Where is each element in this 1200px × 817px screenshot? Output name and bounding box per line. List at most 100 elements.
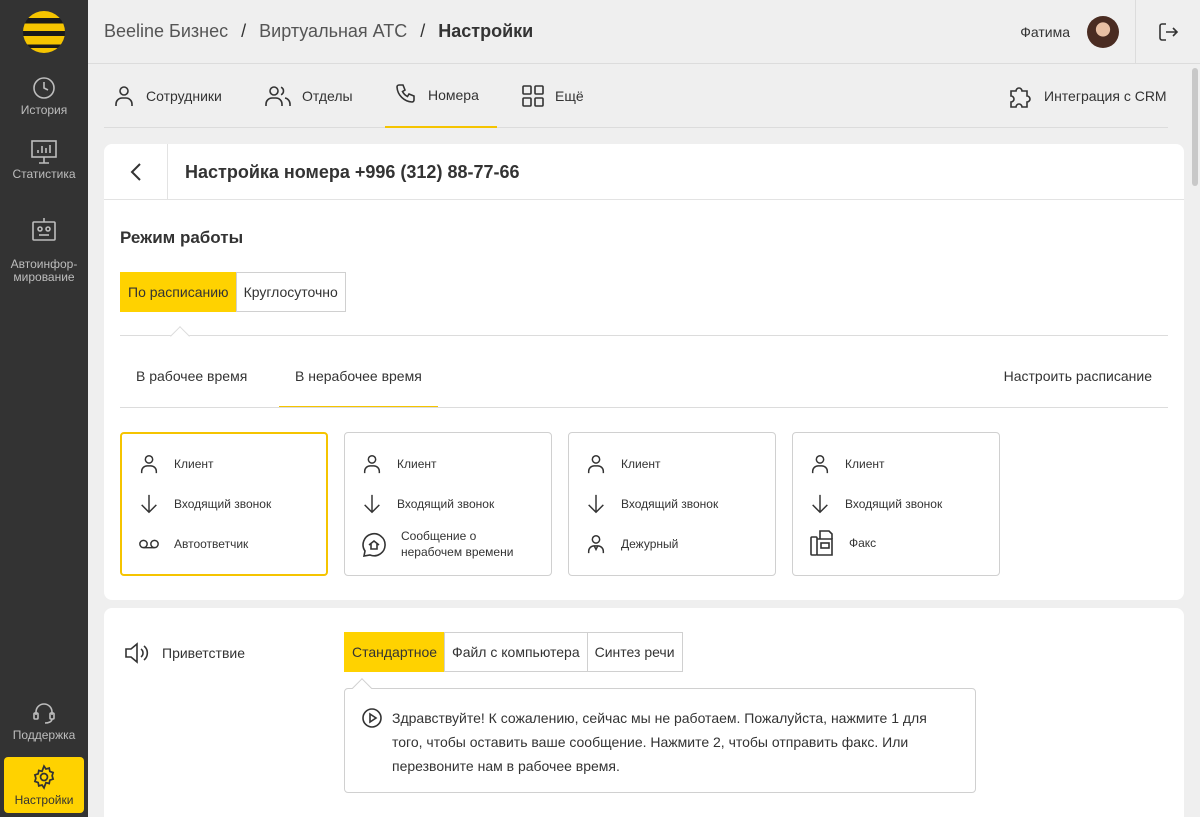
route-row: Дежурный <box>585 533 678 555</box>
breadcrumb-current: Настройки <box>438 21 534 41</box>
route-row: Клиент <box>138 453 214 475</box>
person-icon <box>587 455 605 474</box>
mode-title: Режим работы <box>120 228 244 247</box>
greeting-card: Приветствие Стандартное Файл с компьютер… <box>104 608 1184 817</box>
settings-header: Настройка номера +996 (312) 88-77-66 <box>104 144 1184 200</box>
sidebar-item-label: Настройки <box>14 793 74 807</box>
route-row-label: Автоответчик <box>174 537 249 551</box>
sidebar-item-label: Автоинфор- мирование <box>10 257 78 284</box>
selection-pointer <box>352 678 372 698</box>
tab-label: Интеграция с CRM <box>1044 88 1167 104</box>
sidebar-item-history[interactable]: История <box>4 76 84 117</box>
route-row: Клиент <box>585 453 661 475</box>
divider <box>120 335 1168 336</box>
route-row: Входящий звонок <box>138 493 271 515</box>
tab-departments[interactable]: Отделы <box>264 64 353 128</box>
route-row: Входящий звонок <box>585 493 718 515</box>
route-row: Факс <box>809 529 876 557</box>
tab-employees[interactable]: Сотрудники <box>112 64 222 128</box>
route-row: Входящий звонок <box>361 493 494 515</box>
route-card-duty[interactable]: Клиент Входящий звонок Дежурный <box>568 432 776 576</box>
subtab-working-hours[interactable]: В рабочее время <box>136 368 247 384</box>
breadcrumb: Beeline Бизнес / Виртуальная АТС / Настройки <box>104 21 533 42</box>
person-icon <box>363 455 381 474</box>
arrow-down-icon <box>588 494 604 514</box>
person-icon <box>140 455 158 474</box>
route-card-non-working-message[interactable]: Клиент Входящий звонок Сообщение о нераб… <box>344 432 552 576</box>
tab-label: Номера <box>428 87 479 103</box>
gear-icon <box>33 764 55 790</box>
play-icon[interactable] <box>361 707 383 729</box>
number-settings-card: Настройка номера +996 (312) 88-77-66 Реж… <box>104 144 1184 600</box>
tab-numbers[interactable]: Номера <box>385 64 497 128</box>
robot-icon <box>32 218 56 241</box>
tab-label: Отделы <box>302 88 353 104</box>
voicemail-icon <box>139 539 159 549</box>
greeting-option-tts[interactable]: Синтез речи <box>586 632 683 672</box>
sidebar-item-label: Поддержка <box>12 728 76 742</box>
breadcrumb-separator: / <box>420 21 426 41</box>
sidebar-item-label: История <box>20 103 68 117</box>
route-row: Входящий звонок <box>809 493 942 515</box>
tab-more[interactable]: Ещё <box>521 64 584 128</box>
route-row-label: Входящий звонок <box>621 497 719 511</box>
chart-icon <box>31 140 57 164</box>
greeting-source-switch: Стандартное Файл с компьютера Синтез реч… <box>344 632 683 672</box>
tab-crm-integration[interactable]: Интеграция с CRM <box>1008 64 1167 128</box>
route-row: Автоответчик <box>138 533 248 555</box>
header-divider <box>1135 0 1136 64</box>
scrollbar[interactable] <box>1192 68 1198 186</box>
user-name[interactable]: Фатима <box>1020 24 1070 40</box>
sidebar-item-autoinform[interactable]: Автоинфор- мирование <box>4 204 84 284</box>
route-row-label: Клиент <box>621 457 661 471</box>
mode-option-schedule[interactable]: По расписанию <box>120 272 237 312</box>
breadcrumb-item[interactable]: Виртуальная АТС <box>259 21 407 42</box>
message-house-icon <box>362 533 386 557</box>
person-icon <box>115 86 133 106</box>
route-card-autoanswer[interactable]: Клиент Входящий звонок Автоответчик <box>120 432 328 576</box>
sidebar-item-statistics[interactable]: Статистика <box>4 140 84 181</box>
tab-label: Ещё <box>555 88 584 104</box>
greeting-message-text: Здравствуйте! К сожалению, сейчас мы не … <box>392 710 927 774</box>
route-row-label: Входящий звонок <box>397 497 495 511</box>
route-row-label: Клиент <box>845 457 885 471</box>
chevron-left-icon <box>130 163 141 181</box>
route-row-label: Входящий звонок <box>845 497 943 511</box>
avatar[interactable] <box>1087 16 1119 48</box>
sidebar-item-label: Статистика <box>12 167 76 181</box>
people-icon <box>265 86 291 106</box>
logout-icon[interactable] <box>1156 20 1180 44</box>
clock-icon <box>33 77 55 99</box>
route-row-label: Клиент <box>397 457 437 471</box>
route-row-label: Факс <box>849 536 877 550</box>
arrow-down-icon <box>141 494 157 514</box>
phone-icon <box>396 84 415 103</box>
route-row-label: Клиент <box>174 457 214 471</box>
mode-switch: По расписанию Круглосуточно <box>120 272 346 312</box>
fax-icon <box>810 530 833 556</box>
schedule-setup-link[interactable]: Настроить расписание <box>1004 368 1152 384</box>
route-row-label: Входящий звонок <box>174 497 272 511</box>
greeting-option-file[interactable]: Файл с компьютера <box>444 632 588 672</box>
mode-option-24h[interactable]: Круглосуточно <box>235 272 346 312</box>
route-row: Сообщение о нерабочем времени <box>361 528 521 560</box>
page-title: Настройка номера +996 (312) 88-77-66 <box>185 162 520 182</box>
sidebar-item-support[interactable]: Поддержка <box>4 701 84 742</box>
subtab-non-working-hours[interactable]: В нерабочее время <box>295 368 422 384</box>
puzzle-icon <box>1010 87 1031 108</box>
greeting-label: Приветствие <box>124 642 245 664</box>
breadcrumb-item[interactable]: Beeline Бизнес <box>104 21 228 42</box>
person-icon <box>811 455 829 474</box>
arrow-down-icon <box>812 494 828 514</box>
arrow-down-icon <box>364 494 380 514</box>
greeting-option-standard[interactable]: Стандартное <box>344 632 446 672</box>
headset-icon <box>33 703 55 724</box>
sidebar-item-settings[interactable]: Настройки <box>4 757 84 813</box>
breadcrumb-separator: / <box>241 21 247 41</box>
grid-icon <box>522 85 544 107</box>
greeting-label-text: Приветствие <box>162 645 245 661</box>
beeline-logo[interactable] <box>23 11 65 53</box>
divider <box>120 407 1168 408</box>
route-card-fax[interactable]: Клиент Входящий звонок Факс <box>792 432 1000 576</box>
back-button[interactable] <box>104 144 168 200</box>
